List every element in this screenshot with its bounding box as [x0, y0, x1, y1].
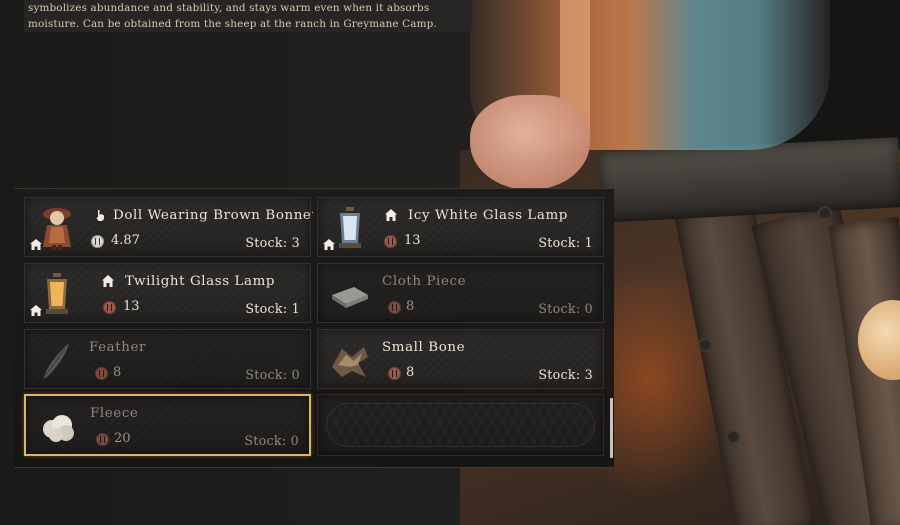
nail-icon [700, 340, 710, 350]
shop-item-small-bone[interactable]: Small Bone 8 Stock: 3 [317, 329, 604, 389]
description-line: moisture. Can be obtained from the sheep… [28, 18, 437, 30]
empty-item-slot [317, 394, 604, 456]
bone-icon [332, 347, 368, 377]
item-price: 13 [123, 299, 140, 314]
nail-icon [728, 432, 738, 442]
description-line: symbolizes abundance and stability, and … [28, 2, 430, 14]
item-stock: Stock: 1 [538, 235, 593, 250]
item-stock: Stock: 3 [245, 235, 300, 250]
shop-item-twilight-glass-lamp[interactable]: Twilight Glass Lamp 13 Stock: 1 [24, 263, 311, 323]
house-icon [102, 275, 114, 287]
cloth-icon [332, 287, 368, 308]
house-icon [385, 209, 397, 221]
item-name: Fleece [90, 406, 139, 421]
shop-item-panel: Doll Wearing Brown Bonnet 4.87 Stock: 3 … [14, 188, 614, 468]
item-price: 20 [114, 431, 131, 446]
shop-item-cloth-piece[interactable]: Cloth Piece 8 Stock: 0 [317, 263, 604, 323]
item-stock: Stock: 0 [538, 301, 593, 316]
shop-item-feather[interactable]: Feather 8 Stock: 0 [24, 329, 311, 389]
feather-icon [42, 343, 69, 380]
item-price: 8 [406, 365, 415, 380]
scrollbar-thumb[interactable] [610, 398, 613, 458]
fleece-icon [43, 415, 74, 442]
nail-icon [820, 208, 830, 218]
item-name: Doll Wearing Brown Bonnet [113, 208, 313, 223]
item-price: 13 [404, 233, 421, 248]
shop-item-doll-wearing-brown-bonnet[interactable]: Doll Wearing Brown Bonnet 4.87 Stock: 3 [24, 197, 313, 257]
item-name: Twilight Glass Lamp [125, 274, 276, 289]
item-price: 8 [406, 299, 415, 314]
item-name: Small Bone [382, 340, 466, 355]
item-stock: Stock: 1 [245, 301, 300, 316]
silver-coin-icon [91, 235, 104, 248]
shop-item-fleece[interactable]: Fleece 20 Stock: 0 [24, 394, 311, 456]
copper-coin-icon [95, 367, 108, 380]
copper-coin-icon [384, 235, 397, 248]
empty-slot-ornament [326, 403, 595, 447]
item-stock: Stock: 0 [245, 367, 300, 382]
shop-item-icy-white-glass-lamp[interactable]: Icy White Glass Lamp 13 Stock: 1 [317, 197, 604, 257]
character-hand [470, 95, 590, 190]
item-stock: Stock: 0 [244, 433, 299, 448]
hand-icon [96, 210, 104, 221]
copper-coin-icon [103, 301, 116, 314]
item-stock: Stock: 3 [538, 367, 593, 382]
house-icon [30, 305, 42, 316]
item-description-box: symbolizes abundance and stability, and … [24, 0, 472, 32]
copper-coin-icon [388, 367, 401, 380]
house-icon [30, 239, 42, 250]
copper-coin-icon [388, 301, 401, 314]
item-name: Feather [89, 340, 146, 355]
item-name: Icy White Glass Lamp [408, 208, 568, 223]
item-description: symbolizes abundance and stability, and … [28, 0, 472, 32]
house-icon [323, 239, 335, 250]
copper-coin-icon [96, 433, 109, 446]
item-price: 8 [113, 365, 122, 380]
item-name: Cloth Piece [382, 274, 467, 289]
item-price: 4.87 [111, 233, 140, 248]
